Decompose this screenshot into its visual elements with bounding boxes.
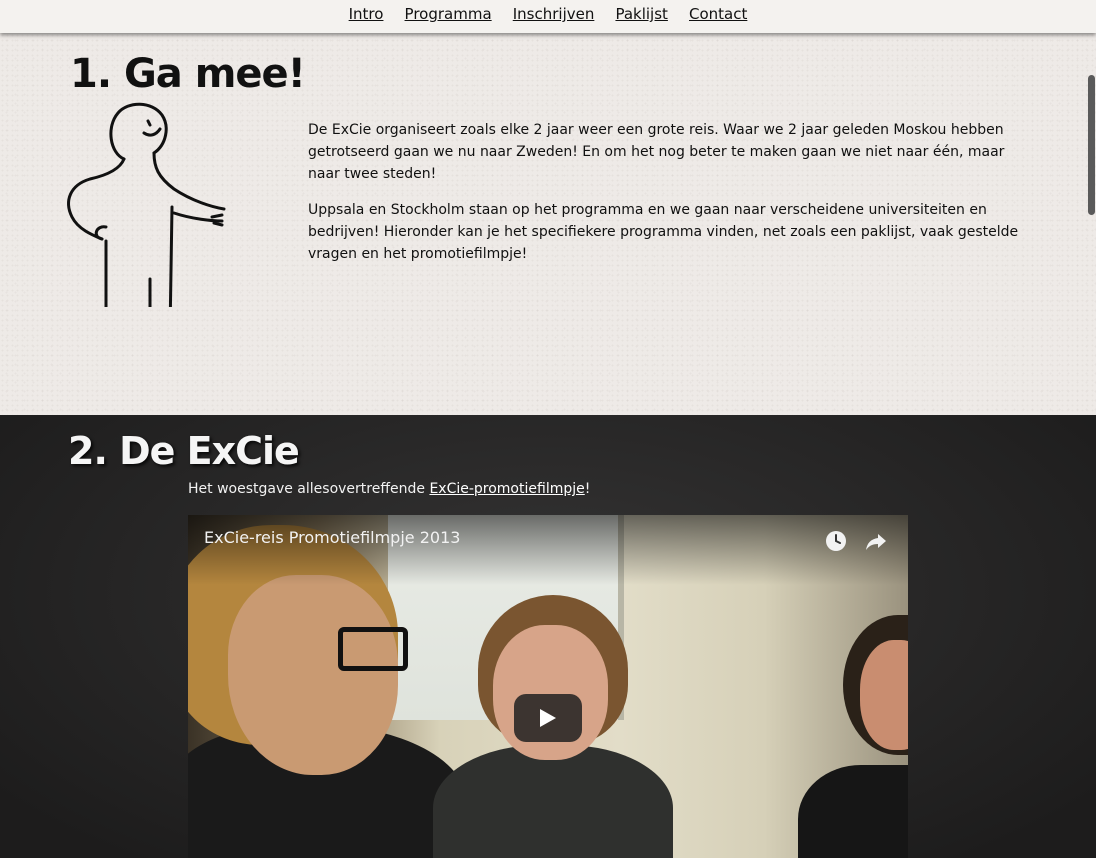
video-title[interactable]: ExCie-reis Promotiefilmpje 2013 [204,528,460,547]
video-person-glasses [338,627,408,671]
intro-text: De ExCie organiseert zoals elke 2 jaar w… [308,119,1030,279]
nav-link-intro[interactable]: Intro [349,5,384,23]
video-top-shade [188,515,908,585]
intro-paragraph: De ExCie organiseert zoals elke 2 jaar w… [308,122,1005,182]
promo-lead-text: Het woestgave allesovertreffende ExCie-p… [188,481,590,497]
section-intro: 1. Ga mee! De ExCie organiseert zoals el… [0,33,1096,415]
promo-video-link[interactable]: ExCie-promotiefilmpje [429,481,584,497]
play-icon [540,709,556,727]
share-icon[interactable] [864,529,888,553]
nav-link-programma[interactable]: Programma [405,5,492,23]
stick-figure-illustration [67,102,226,307]
top-nav: Intro Programma Inschrijven Paklijst Con… [0,0,1096,33]
nav-link-inschrijven[interactable]: Inschrijven [513,5,595,23]
intro-paragraph: Uppsala en Stockholm staan op het progra… [308,202,1019,262]
section-excie-title: 2. De ExCie [68,429,300,473]
watch-later-icon[interactable] [824,529,848,553]
lead-exclamation: ! [584,481,591,497]
nav-link-contact[interactable]: Contact [689,5,747,23]
section-excie: 2. De ExCie Het woestgave allesovertreff… [0,415,1096,858]
video-person [433,745,673,858]
video-person [228,575,398,775]
section-intro-title: 1. Ga mee! [70,51,306,97]
lead-text: Het woestgave allesovertreffende [188,481,430,497]
play-button[interactable] [514,694,582,742]
nav-link-paklijst[interactable]: Paklijst [615,5,667,23]
video-player[interactable]: ExCie-reis Promotiefilmpje 2013 [188,515,908,858]
scrollbar-thumb[interactable] [1088,75,1095,215]
